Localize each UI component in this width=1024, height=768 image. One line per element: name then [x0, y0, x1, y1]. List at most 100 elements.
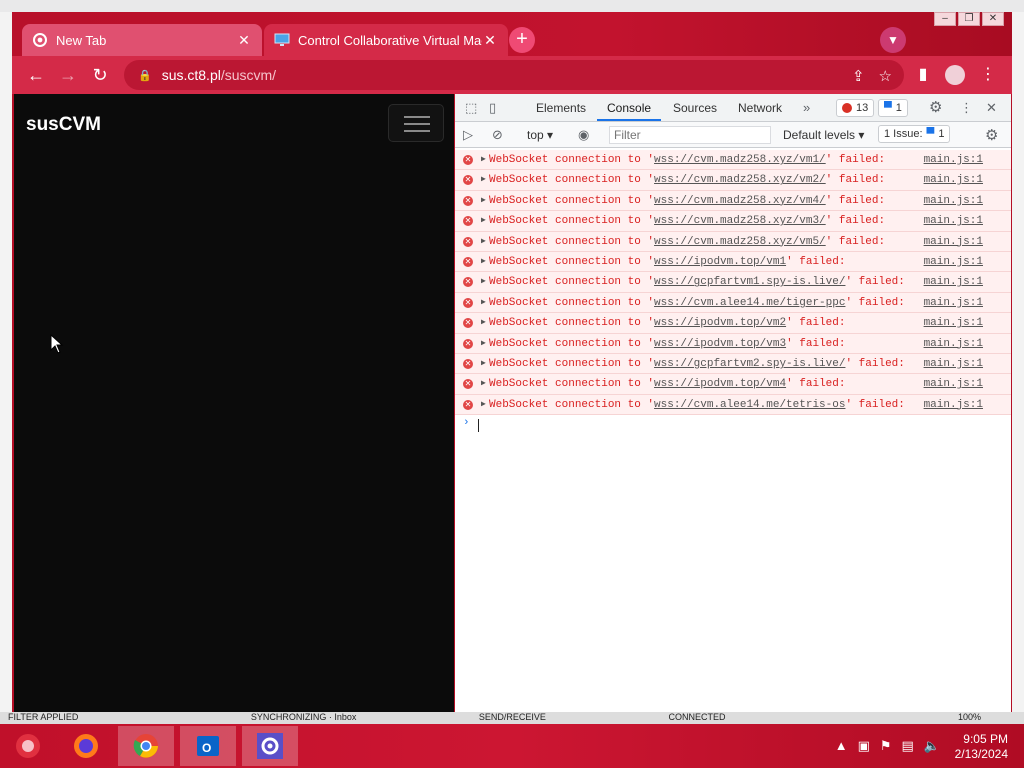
message-count-badge[interactable]: ▀ 1	[878, 99, 908, 117]
log-source-link[interactable]: main.js:1	[924, 191, 983, 211]
log-source-link[interactable]: main.js:1	[924, 170, 983, 190]
console-error-row[interactable]: ✕ ▶ WebSocket connection to 'wss://cvm.mad…	[455, 190, 1011, 212]
log-url-link[interactable]: wss://ipodvm.top/vm2	[654, 317, 786, 329]
issues-badge[interactable]: 1 Issue: ▀ 1	[878, 125, 951, 143]
console-filter-input[interactable]	[609, 126, 771, 144]
log-source-link[interactable]: main.js:1	[924, 252, 983, 272]
expand-triangle-icon[interactable]: ▶	[481, 191, 486, 211]
expand-triangle-icon[interactable]: ▶	[481, 150, 486, 170]
navbar-toggle-button[interactable]	[388, 104, 444, 142]
devtools-menu-icon[interactable]: ⋮	[960, 100, 973, 116]
expand-triangle-icon[interactable]: ▶	[481, 313, 486, 333]
expand-triangle-icon[interactable]: ▶	[481, 354, 486, 374]
console-error-row[interactable]: ✕ ▶ WebSocket connection to 'wss://gcpfart…	[455, 272, 1011, 293]
log-source-link[interactable]: main.js:1	[924, 272, 983, 292]
expand-triangle-icon[interactable]: ▶	[481, 211, 486, 231]
more-tabs-icon[interactable]: »	[803, 100, 810, 115]
console-error-row[interactable]: ✕ ▶ WebSocket connection to 'wss://cvm.ale…	[455, 292, 1011, 314]
log-source-link[interactable]: main.js:1	[924, 211, 983, 231]
log-url-link[interactable]: wss://cvm.alee14.me/tetris-os	[654, 399, 845, 411]
console-prompt[interactable]: ›	[455, 415, 1011, 435]
forward-button[interactable]: →	[58, 65, 78, 85]
tab-search-button[interactable]: ▼	[880, 27, 906, 53]
log-url-link[interactable]: wss://ipodvm.top/vm4	[654, 378, 786, 390]
expand-triangle-icon[interactable]: ▶	[481, 374, 486, 394]
console-error-row[interactable]: ✕ ▶ WebSocket connection to 'wss://ipodvm.…	[455, 251, 1011, 273]
console-error-row[interactable]: ✕ ▶ WebSocket connection to 'wss://cvm.mad…	[455, 231, 1011, 252]
expand-triangle-icon[interactable]: ▶	[481, 395, 486, 415]
console-error-row[interactable]: ✕ ▶ WebSocket connection to 'wss://gcpfart…	[455, 353, 1011, 375]
firefox-icon[interactable]	[58, 726, 114, 766]
log-source-link[interactable]: main.js:1	[924, 293, 983, 313]
display-icon[interactable]: ▤	[902, 738, 914, 754]
device-toolbar-icon[interactable]: ▯	[489, 100, 496, 116]
clear-console-icon[interactable]: ⊘	[492, 127, 503, 143]
live-expression-eye-icon[interactable]: ◉	[578, 127, 589, 143]
console-error-row[interactable]: ✕ ▶ WebSocket connection to 'wss://ipodvm.…	[455, 374, 1011, 395]
log-url-link[interactable]: wss://cvm.madz258.xyz/vm1/	[654, 154, 826, 166]
tab-control-collaborative[interactable]: Control Collaborative Virtual Mac ✕	[264, 24, 508, 56]
side-panel-icon[interactable]: ▮	[913, 65, 933, 85]
expand-triangle-icon[interactable]: ▶	[481, 293, 486, 313]
console-error-row[interactable]: ✕ ▶ WebSocket connection to 'wss://cvm.ale…	[455, 394, 1011, 416]
console-error-row[interactable]: ✕ ▶ WebSocket connection to 'wss://ipodvm.…	[455, 333, 1011, 354]
tab-console[interactable]: Console	[607, 101, 651, 115]
site-brand[interactable]: susCVM	[26, 114, 101, 136]
maximize-button[interactable]: ❐	[958, 12, 980, 26]
log-url-link[interactable]: wss://ipodvm.top/vm1	[654, 256, 786, 268]
log-url-link[interactable]: wss://gcpfartvm2.spy-is.live/	[654, 358, 845, 370]
log-url-link[interactable]: wss://gcpfartvm1.spy-is.live/	[654, 276, 845, 288]
taskbar-clock[interactable]: 9:05 PM 2/13/2024	[955, 732, 1008, 762]
console-error-row[interactable]: ✕ ▶ WebSocket connection to 'wss://cvm.mad…	[455, 211, 1011, 232]
inspect-element-icon[interactable]: ⬚	[465, 100, 477, 116]
log-source-link[interactable]: main.js:1	[924, 232, 983, 252]
log-levels-dropdown[interactable]: Default levels ▾	[783, 128, 864, 142]
error-count-badge[interactable]: 13	[836, 99, 875, 117]
address-bar[interactable]: 🔒 sus.ct8.pl/suscvm/ ⇪ ☆	[124, 60, 904, 90]
flag-icon[interactable]: ⚑	[880, 738, 892, 754]
tab-new-tab[interactable]: New Tab ✕	[22, 24, 262, 56]
log-url-link[interactable]: wss://cvm.madz258.xyz/vm4/	[654, 195, 826, 207]
reload-button[interactable]: ↻	[90, 65, 110, 85]
menu-kebab-icon[interactable]: ⋮	[978, 65, 998, 85]
log-source-link[interactable]: main.js:1	[924, 313, 983, 333]
network-icon[interactable]: ▣	[858, 738, 870, 754]
new-tab-button[interactable]: +	[509, 27, 535, 53]
log-url-link[interactable]: wss://cvm.madz258.xyz/vm2/	[654, 174, 826, 186]
close-window-button[interactable]: ✕	[982, 12, 1004, 26]
tab-sources[interactable]: Sources	[673, 101, 717, 115]
sidebar-toggle-icon[interactable]: ▷	[463, 127, 473, 143]
log-url-link[interactable]: wss://cvm.alee14.me/tiger-ppc	[654, 297, 845, 309]
tab-elements[interactable]: Elements	[536, 101, 586, 115]
expand-triangle-icon[interactable]: ▶	[481, 170, 486, 190]
log-source-link[interactable]: main.js:1	[924, 354, 983, 374]
profile-avatar[interactable]	[945, 65, 965, 85]
volume-icon[interactable]: 🔈	[924, 738, 940, 754]
expand-triangle-icon[interactable]: ▶	[481, 252, 486, 272]
console-error-row[interactable]: ✕ ▶ WebSocket connection to 'wss://cvm.mad…	[455, 170, 1011, 191]
tab-network[interactable]: Network	[738, 101, 782, 115]
bookmark-star-icon[interactable]: ☆	[879, 67, 892, 85]
console-error-row[interactable]: ✕ ▶ WebSocket connection to 'wss://cvm.mad…	[455, 150, 1011, 171]
console-settings-icon[interactable]: ⚙	[985, 126, 998, 144]
expand-triangle-icon[interactable]: ▶	[481, 232, 486, 252]
settings-icon[interactable]	[242, 726, 298, 766]
log-source-link[interactable]: main.js:1	[924, 334, 983, 354]
outlook-icon[interactable]: O	[180, 726, 236, 766]
log-url-link[interactable]: wss://cvm.madz258.xyz/vm3/	[654, 215, 826, 227]
close-icon[interactable]: ✕	[236, 32, 252, 49]
log-url-link[interactable]: wss://cvm.madz258.xyz/vm5/	[654, 236, 826, 248]
start-button[interactable]	[0, 726, 56, 766]
back-button[interactable]: ←	[26, 65, 46, 85]
context-selector[interactable]: top ▾	[527, 128, 553, 142]
expand-triangle-icon[interactable]: ▶	[481, 334, 486, 354]
log-source-link[interactable]: main.js:1	[924, 395, 983, 415]
minimize-button[interactable]: –	[934, 12, 956, 26]
share-icon[interactable]: ⇪	[852, 67, 865, 85]
log-source-link[interactable]: main.js:1	[924, 150, 983, 170]
show-hidden-icons-icon[interactable]: ▲	[835, 738, 848, 754]
close-devtools-icon[interactable]: ✕	[986, 100, 997, 116]
close-icon[interactable]: ✕	[482, 32, 498, 49]
expand-triangle-icon[interactable]: ▶	[481, 272, 486, 292]
console-error-row[interactable]: ✕ ▶ WebSocket connection to 'wss://ipodvm.…	[455, 313, 1011, 334]
